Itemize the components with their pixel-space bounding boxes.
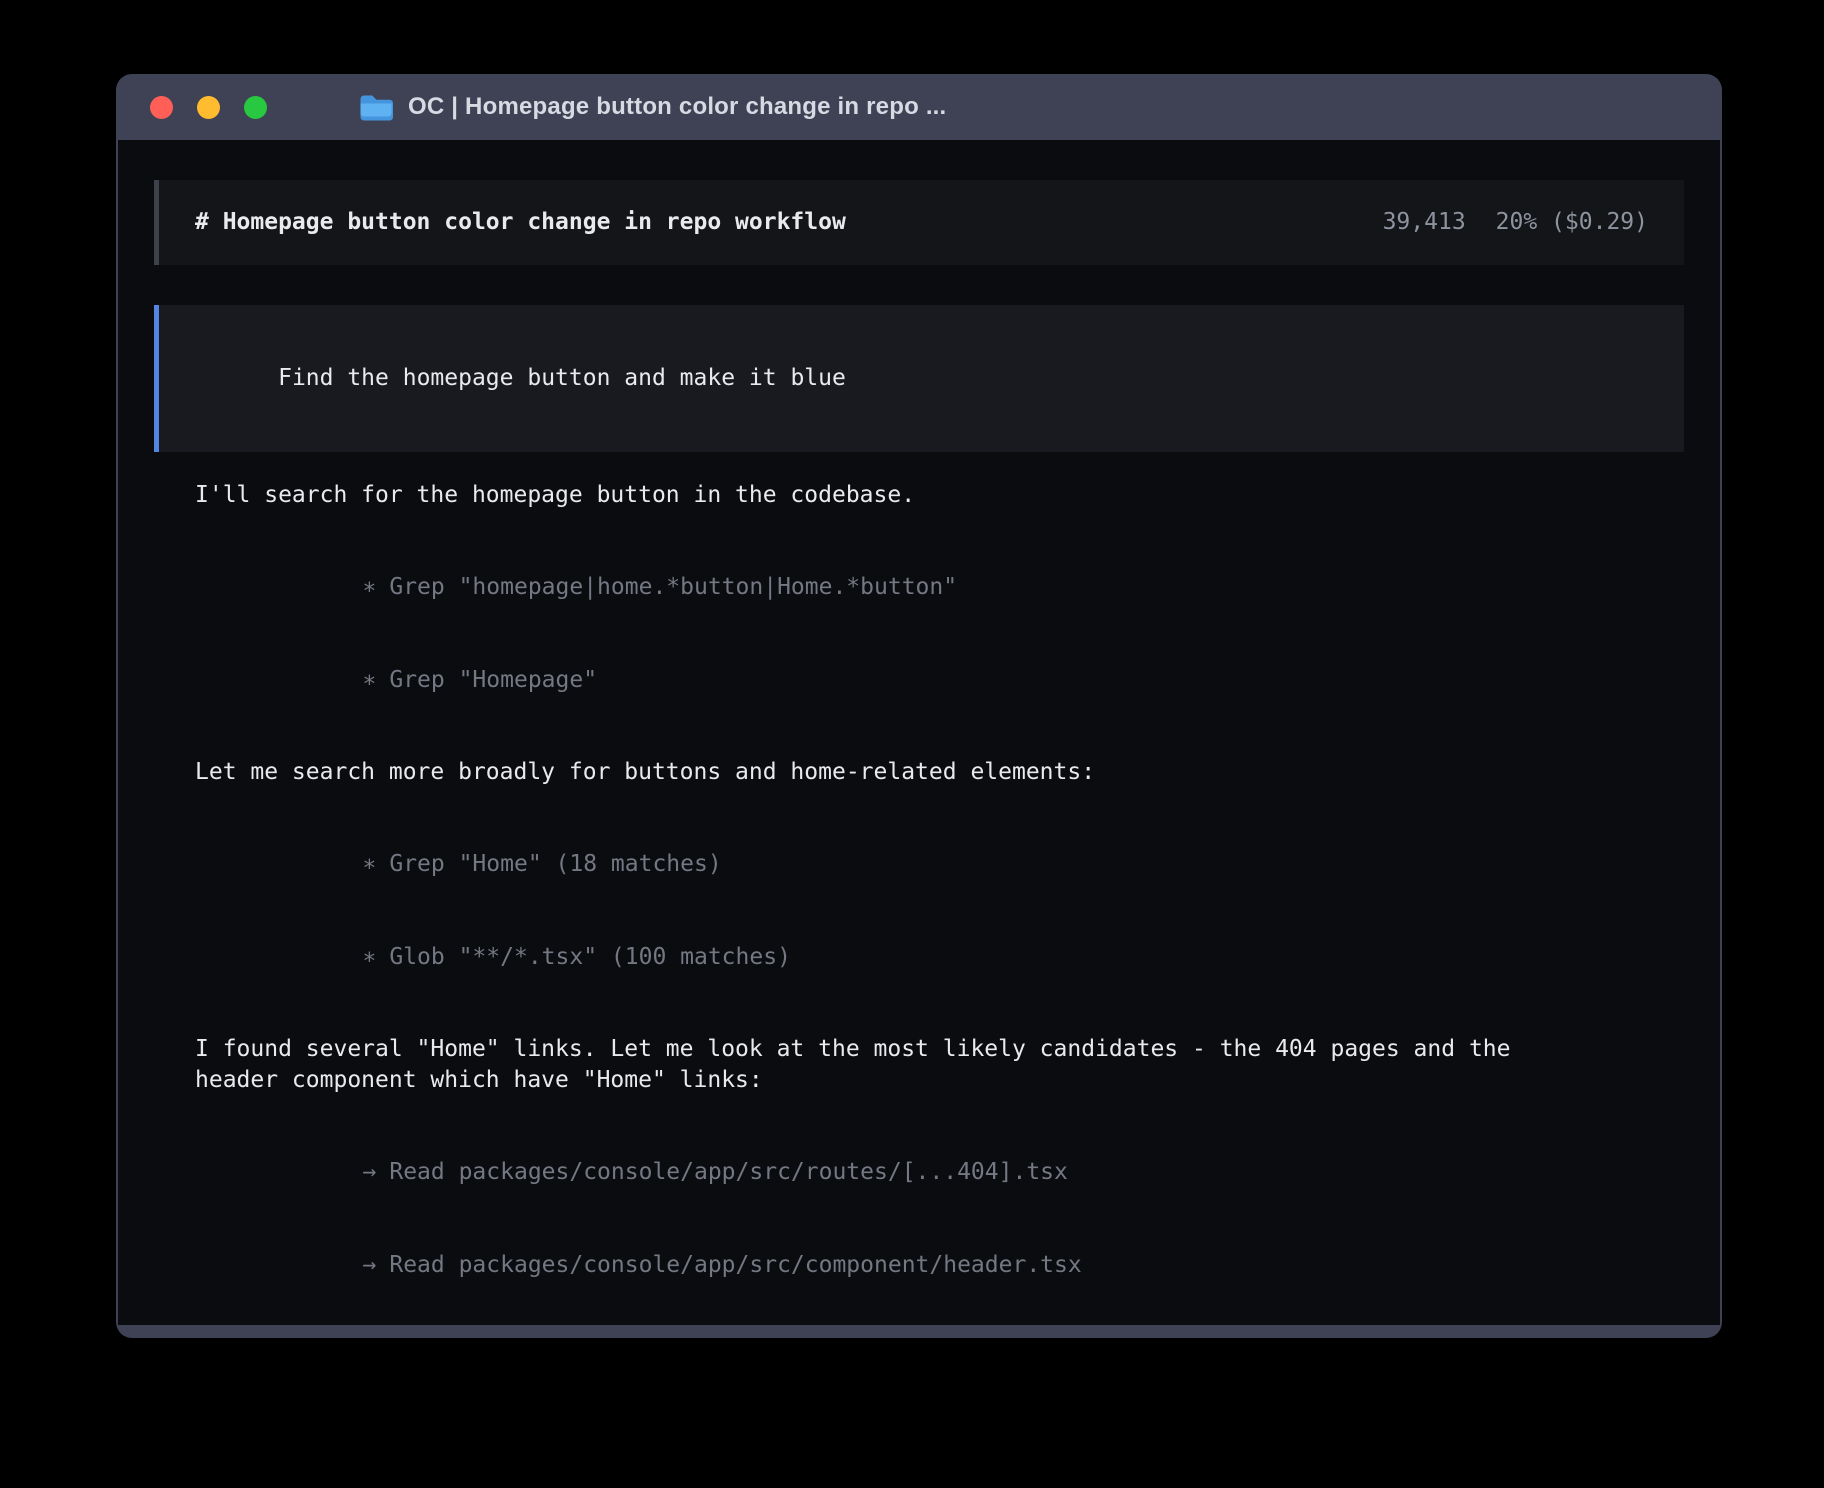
assistant-text: Let me search more broadly for buttons a…	[195, 757, 1680, 788]
tool-call-read: →Read packages/enterprise/src/routes/[..…	[195, 1312, 1680, 1325]
close-button[interactable]	[150, 96, 173, 119]
session-header: # Homepage button color change in repo w…	[154, 180, 1684, 265]
tool-call-grep: ∗Grep "Homepage"	[195, 634, 1680, 727]
window-titlebar[interactable]: OC | Homepage button color change in rep…	[116, 74, 1722, 140]
tool-asterisk-icon: ∗	[362, 944, 376, 970]
user-message: Find the homepage button and make it blu…	[154, 305, 1684, 452]
zoom-button[interactable]	[244, 96, 267, 119]
window-title: OC | Homepage button color change in rep…	[408, 93, 946, 121]
tool-call-grep: ∗Grep "Home" (18 matches)	[195, 818, 1680, 911]
terminal-window: OC | Homepage button color change in rep…	[116, 74, 1722, 1338]
arrow-right-icon: →	[362, 1252, 376, 1278]
minimize-button[interactable]	[197, 96, 220, 119]
assistant-text: header component which have "Home" links…	[195, 1065, 1680, 1096]
tool-call-glob: ∗Glob "**/*.tsx" (100 matches)	[195, 911, 1680, 1004]
user-message-text: Find the homepage button and make it blu…	[278, 365, 846, 391]
assistant-text: I found several "Home" links. Let me loo…	[195, 1034, 1680, 1065]
folder-icon	[359, 94, 393, 121]
token-count: 39,413	[1383, 207, 1466, 238]
context-usage: 20% ($0.29)	[1496, 207, 1648, 238]
arrow-right-icon: →	[362, 1159, 376, 1185]
tool-call-grep: ∗Grep "homepage|home.*button|Home.*butto…	[195, 541, 1680, 634]
traffic-lights	[150, 96, 267, 119]
tool-asterisk-icon: ∗	[362, 667, 376, 693]
tool-call-read: →Read packages/console/app/src/routes/[.…	[195, 1126, 1680, 1219]
tool-call-read: →Read packages/console/app/src/component…	[195, 1219, 1680, 1312]
terminal-content: # Homepage button color change in repo w…	[118, 140, 1720, 1325]
assistant-transcript: I'll search for the homepage button in t…	[118, 452, 1720, 1325]
session-stats: 39,413 20% ($0.29)	[1383, 207, 1648, 238]
session-title: # Homepage button color change in repo w…	[195, 207, 846, 238]
titlebar-title-group: OC | Homepage button color change in rep…	[359, 93, 946, 121]
tool-asterisk-icon: ∗	[362, 574, 376, 600]
tool-asterisk-icon: ∗	[362, 851, 376, 877]
assistant-text: I'll search for the homepage button in t…	[195, 480, 1680, 511]
